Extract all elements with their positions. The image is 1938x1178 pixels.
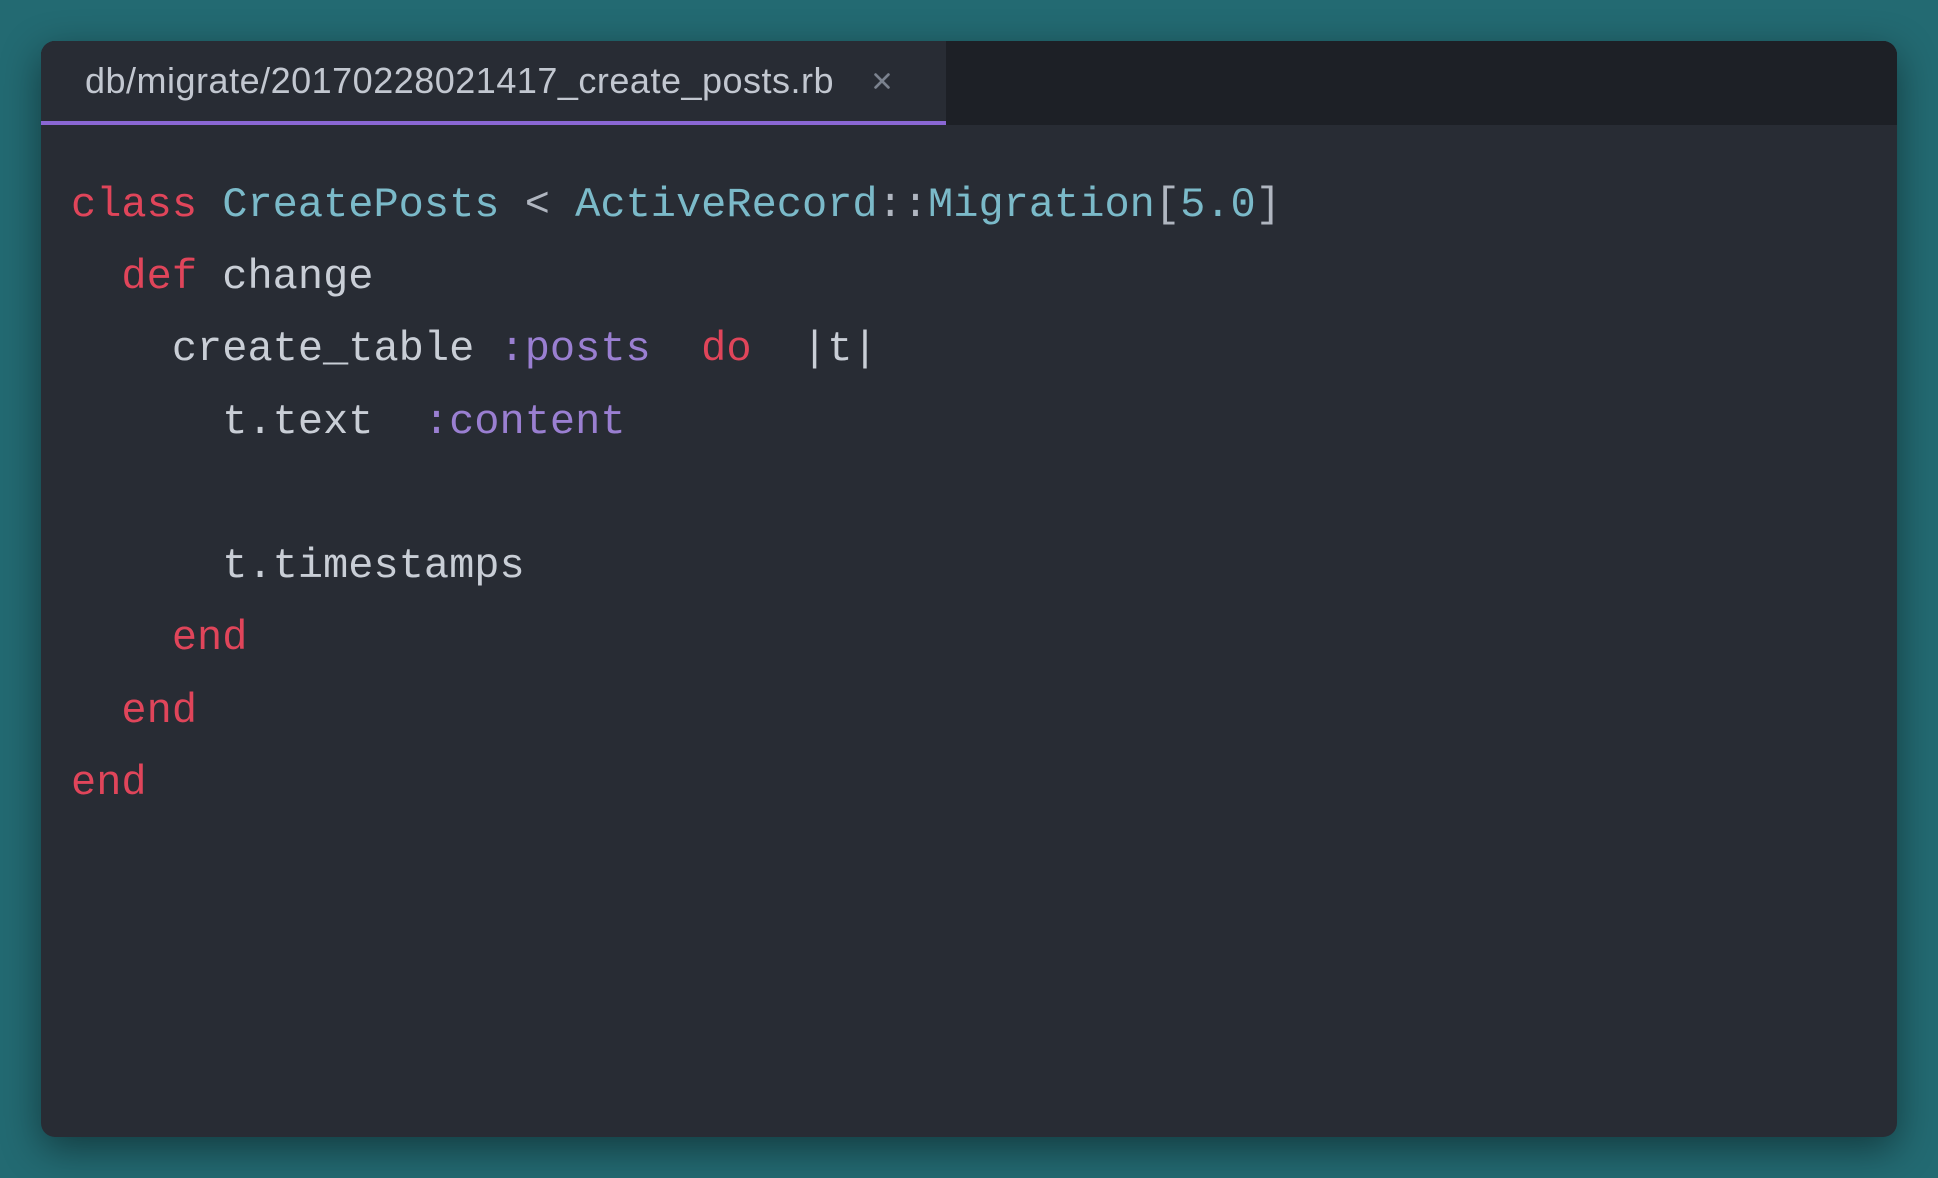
call-create-table: create_table <box>172 325 474 373</box>
version-number: 5.0 <box>1180 181 1256 229</box>
block-arg-t: |t| <box>802 325 878 373</box>
stage: db/migrate/20170228021417_create_posts.r… <box>0 0 1938 1178</box>
bracket-close: ] <box>1256 181 1281 229</box>
file-tab-label: db/migrate/20170228021417_create_posts.r… <box>85 60 834 102</box>
keyword-do: do <box>701 325 751 373</box>
keyword-end-def: end <box>121 687 197 735</box>
method-name-change: change <box>222 253 373 301</box>
class-name-activerecord: ActiveRecord <box>575 181 877 229</box>
symbol-posts: :posts <box>500 325 651 373</box>
keyword-end-class: end <box>71 759 147 807</box>
operator-scope: :: <box>878 181 928 229</box>
call-t-timestamps: t.timestamps <box>222 542 524 590</box>
keyword-end-block: end <box>172 614 248 662</box>
close-icon[interactable] <box>862 61 902 101</box>
file-tab[interactable]: db/migrate/20170228021417_create_posts.r… <box>41 41 946 125</box>
class-name-migration: Migration <box>928 181 1155 229</box>
tab-bar-empty <box>946 41 1897 125</box>
code-area[interactable]: class CreatePosts < ActiveRecord::Migrat… <box>41 125 1897 1137</box>
call-t-text: t.text <box>222 398 373 446</box>
keyword-def: def <box>121 253 197 301</box>
keyword-class: class <box>71 181 197 229</box>
class-name-createposts: CreatePosts <box>222 181 499 229</box>
operator-lt: < <box>525 181 550 229</box>
editor-window: db/migrate/20170228021417_create_posts.r… <box>41 41 1897 1137</box>
bracket-open: [ <box>1155 181 1180 229</box>
tab-bar: db/migrate/20170228021417_create_posts.r… <box>41 41 1897 125</box>
symbol-content: :content <box>424 398 626 446</box>
